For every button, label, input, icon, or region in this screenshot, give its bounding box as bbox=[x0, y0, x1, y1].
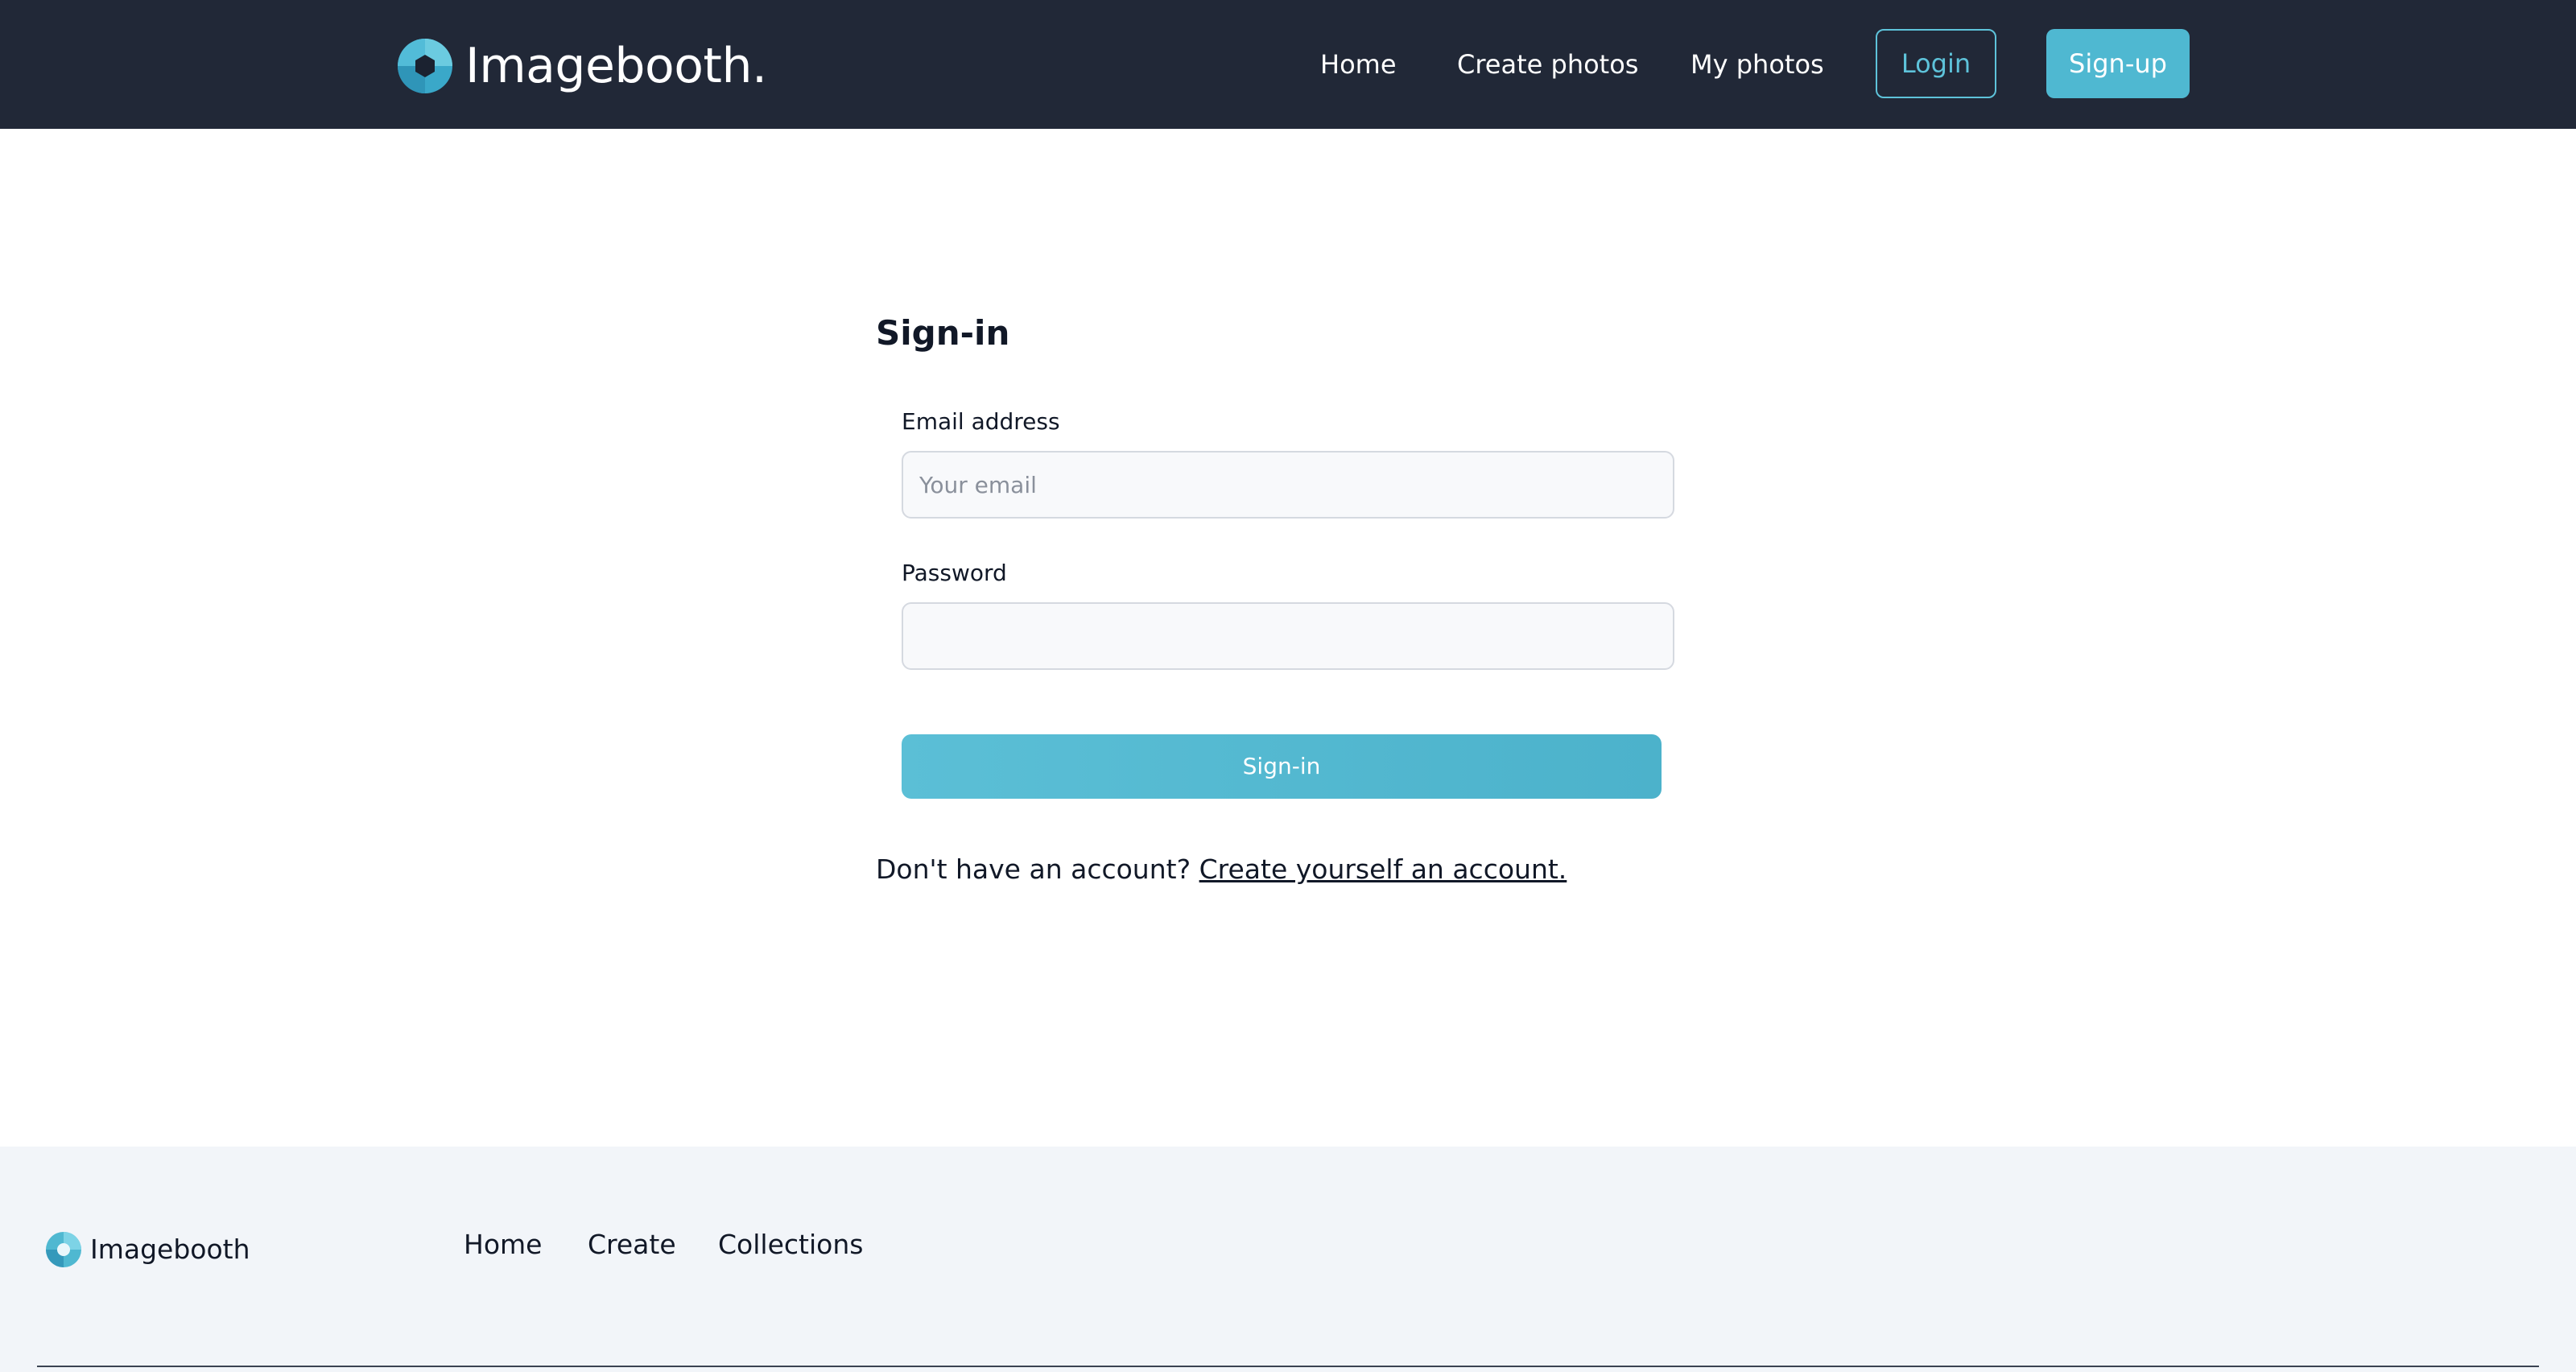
signup-prompt-text: Don't have an account? bbox=[876, 853, 1191, 885]
password-input[interactable] bbox=[902, 602, 1674, 670]
nav-my-photos-link[interactable]: My photos bbox=[1690, 42, 1824, 87]
site-footer: Imagebooth Home Create Collections bbox=[0, 1147, 2576, 1372]
login-button[interactable]: Login bbox=[1876, 29, 1996, 98]
email-input[interactable] bbox=[902, 451, 1674, 519]
footer-collections-link[interactable]: Collections bbox=[718, 1224, 863, 1266]
signup-button[interactable]: Sign-up bbox=[2046, 29, 2190, 98]
footer-brand-name: Imagebooth bbox=[90, 1234, 250, 1265]
brand-home-link[interactable]: Imagebooth. bbox=[396, 34, 767, 98]
email-label: Email address bbox=[902, 408, 1060, 435]
password-label: Password bbox=[902, 560, 1007, 586]
signup-prompt: Don't have an account? Create yourself a… bbox=[876, 849, 1567, 891]
footer-create-link[interactable]: Create bbox=[588, 1224, 676, 1266]
footer-brand-link[interactable]: Imagebooth bbox=[45, 1230, 250, 1269]
create-account-link[interactable]: Create yourself an account. bbox=[1199, 853, 1567, 885]
footer-home-link[interactable]: Home bbox=[464, 1224, 542, 1266]
site-header: Imagebooth. Home Create photos My photos… bbox=[0, 0, 2576, 129]
signin-submit-button[interactable]: Sign-in bbox=[902, 734, 1662, 799]
nav-home-link[interactable]: Home bbox=[1320, 42, 1397, 87]
aperture-logo-icon bbox=[398, 39, 452, 93]
footer-divider bbox=[37, 1366, 2539, 1367]
page-title: Sign-in bbox=[876, 313, 1010, 353]
brand-name: Imagebooth. bbox=[465, 38, 767, 94]
nav-create-photos-link[interactable]: Create photos bbox=[1457, 42, 1638, 87]
ring-logo-icon bbox=[46, 1232, 81, 1267]
